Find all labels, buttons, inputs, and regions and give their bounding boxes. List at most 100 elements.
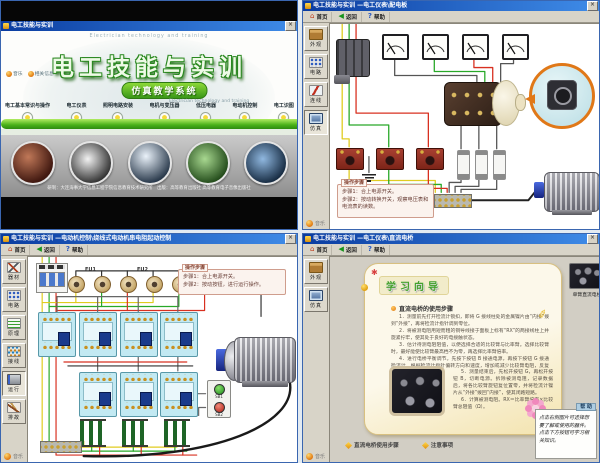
toolbar: ⌂首页 ◀返回 ?帮助 [303,244,599,256]
bridge-photo [389,366,445,416]
analog-meter-2 [422,34,449,60]
terminals-icon [7,346,21,357]
thumbnail-dc-bridge[interactable]: 单臂直流电桥 [568,263,600,298]
sidebar: 外观 仿真 [303,256,330,462]
steps-title: 操作步骤 [182,264,208,272]
button-panel: SB1 SB2 [207,380,231,418]
contactor-terminals [41,314,73,321]
close-icon: × [288,21,293,28]
circuit-breaker[interactable] [36,263,68,293]
analog-meter-4 [502,34,529,60]
close-button[interactable]: × [587,1,598,11]
sidebar-tab-appearance[interactable]: 外观 [304,26,328,51]
contactor-coil-block [140,392,152,406]
music-label: 音乐 [13,70,23,77]
back-button[interactable]: ◀返回 [334,12,361,22]
computer-icon [309,113,323,124]
music-toggle[interactable]: 音乐 [4,453,23,460]
help-label: 帮助 [374,13,385,21]
contactor-terminals [163,314,195,321]
fuse-group-label: FU1 [85,267,96,273]
menu-label: 电机与变压器 [149,102,179,109]
sidebar-tab-simulation[interactable]: 仿真 [304,110,328,135]
steps-title: 操作步骤 [341,179,367,187]
back-arrow-icon: ◀ [36,246,41,253]
sidebar-tab-principle[interactable]: 原理 [2,315,26,340]
window-dc-bridge: 电工技能与实训 —电工仪表\直流电桥 × ⌂首页 ◀返回 ?帮助 外观 仿真 ✱… [302,233,600,463]
credits-text: 研制：大连海事大学信息工程学院信息教育技术研究所 出版：高等教育出版社 高等教育… [1,185,297,191]
step-line: 步骤2：按动按钮，进行运行操作。 [183,282,281,290]
contactor-terminals [123,314,155,321]
help-button[interactable]: ?帮助 [364,245,390,255]
tab-label: 仿真 [310,302,322,309]
home-label: 首页 [14,246,25,254]
window-title: 电工技能与实训 [11,21,285,31]
tab-label: 外观 [310,41,322,48]
current-transformer-3 [416,148,444,170]
home-button[interactable]: ⌂首页 [4,245,30,255]
window-title: 电工技能与实训 —电工仪表\直流电桥 [313,234,587,244]
contactor [79,372,117,417]
window-icon [3,236,9,242]
window-motor-control: 电工技能与实训 —电动机控制\绕线式电动机串电阻起动控制 × ⌂首页 ◀返回 ?… [0,233,298,463]
close-button[interactable]: × [285,21,296,31]
help-button[interactable]: ?帮助 [364,12,390,22]
circuit-icon [309,57,323,68]
current-transformer-2 [376,148,404,170]
help-box-text: 点击右侧图片可选择想要了解或使用的器件。点击下方按钮可学习相关知识。 [539,415,593,445]
titlebar[interactable]: 电工技能与实训 × [1,21,297,31]
breaker-terminals [39,265,65,269]
sidebar-tab-wiring[interactable]: 连线 [304,82,328,107]
box-icon [309,29,323,40]
sidebar-tab-simulation[interactable]: 仿真 [304,287,328,312]
sidebar-tab-run[interactable]: 运行 [2,371,26,396]
home-button[interactable]: ⌂首页 [306,245,332,255]
titlebar[interactable]: 电工技能与实训 —电工仪表\配电板 × [303,1,599,11]
breaker-rockers[interactable] [39,272,65,287]
sidebar-tab-appearance[interactable]: 外观 [304,259,328,284]
home-label: 首页 [316,246,327,254]
close-button[interactable]: × [587,234,598,244]
computer-icon [309,290,323,301]
guide-title: 学习向导 [379,276,449,295]
music-toggle[interactable]: 音乐 [306,220,325,227]
back-button[interactable]: ◀返回 [334,245,361,255]
sidebar-tab-wiring[interactable]: 接线 [2,343,26,368]
help-button[interactable]: ?帮助 [62,245,88,255]
motor [234,337,296,383]
link-precautions[interactable]: 注意事项 [423,441,453,449]
link-usage-steps[interactable]: 直流电桥使用步骤 [346,441,399,449]
window-icon [305,3,311,9]
sidebar-tab-troubleshoot[interactable]: 排故 [2,399,26,424]
window-splash: 电工技能与实训 × Electrician technology and tra… [0,0,298,230]
music-toggle[interactable]: 音乐 [306,453,325,460]
help-icon: ? [66,246,70,253]
motor-base [242,381,288,387]
sidebar-tab-circuit[interactable]: 电路 [304,54,328,79]
back-button[interactable]: ◀返回 [32,245,59,255]
sidebar-tab-circuit[interactable]: 电路 [2,287,26,312]
thumbnail-image[interactable] [569,263,600,289]
tab-label: 电路 [8,302,20,309]
music-toggle[interactable]: 音乐 [6,70,23,77]
sidebar-tab-equipment[interactable]: 器材 [2,259,26,284]
yellow-dot-decor [361,284,368,291]
help-icon: ? [368,13,372,20]
screenshot-grid: 电工技能与实训 × Electrician technology and tra… [0,0,600,463]
home-icon: ⌂ [8,246,12,253]
window-title: 电工技能与实训 —电动机控制\绕线式电动机串电阻起动控制 [11,234,285,244]
music-icon [4,453,11,460]
product-photos [11,141,288,185]
circuit-breaker[interactable] [336,39,370,77]
close-button[interactable]: × [285,234,296,244]
steps-box: 操作步骤 步骤1：合上电源开关。 步骤2：按动按钮，进行运行操作。 [178,269,286,295]
fuse-3 [120,276,137,293]
stop-button-label: SB2 [208,413,230,417]
home-button[interactable]: ⌂首页 [306,12,332,22]
info-link[interactable]: 相关信息 [28,70,54,77]
music-label: 音乐 [315,220,325,227]
titlebar[interactable]: 电工技能与实训 —电工仪表\直流电桥 × [303,234,599,244]
photo-motor [186,141,230,185]
titlebar[interactable]: 电工技能与实训 —电动机控制\绕线式电动机串电阻起动控制 × [1,234,297,244]
schematic-icon [7,318,21,329]
